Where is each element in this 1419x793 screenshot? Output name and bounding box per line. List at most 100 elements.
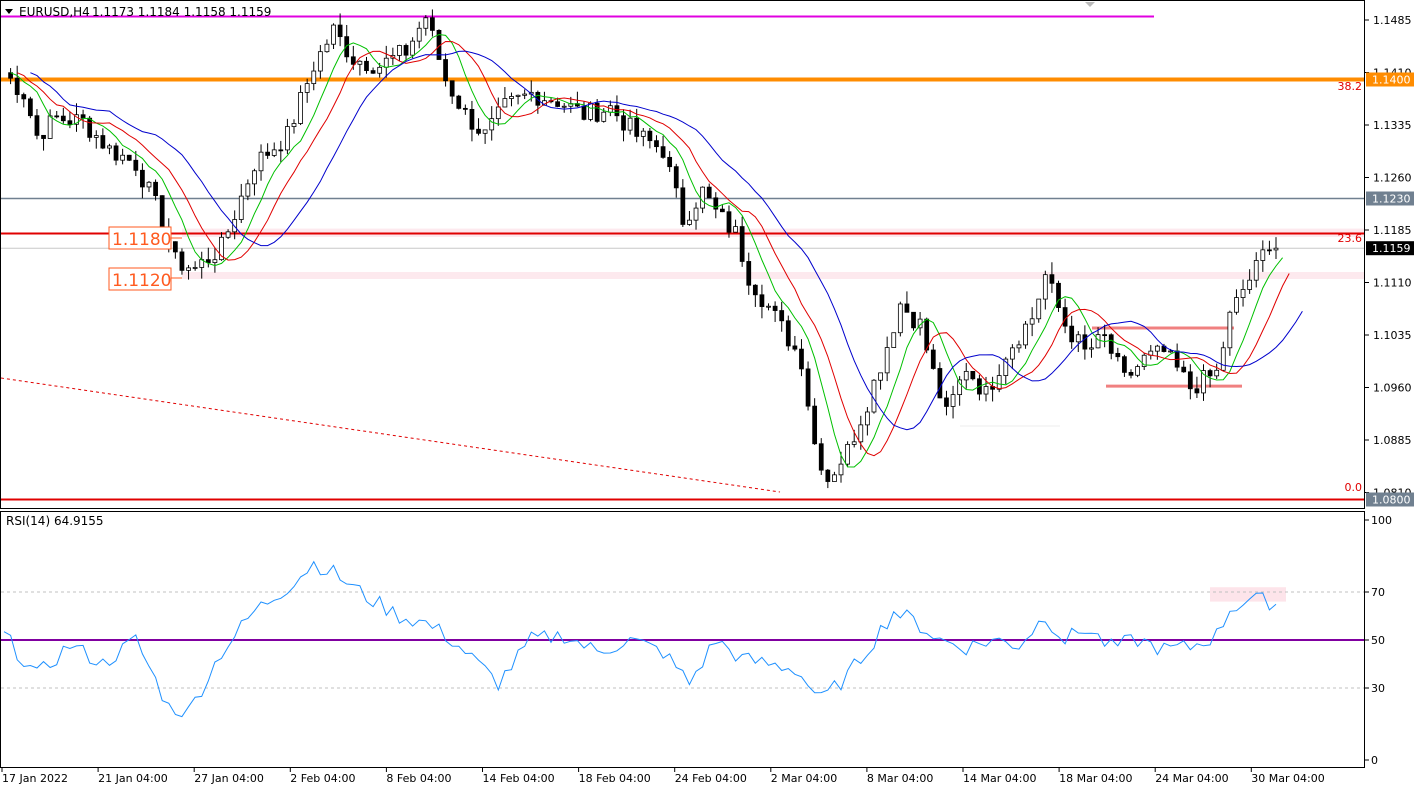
candle-body xyxy=(21,94,27,100)
candle-body xyxy=(878,372,883,381)
candle-body xyxy=(397,45,402,56)
candle-body xyxy=(522,93,528,96)
price-tag-label: 1.0800 xyxy=(1372,494,1411,507)
candle-body xyxy=(1207,370,1213,377)
candle-body xyxy=(1128,371,1134,376)
level-box-1180-text: 1.1180 xyxy=(112,230,171,250)
candle-body xyxy=(1016,344,1022,349)
candle-body xyxy=(726,211,732,233)
candle-body xyxy=(825,469,831,482)
candle-body xyxy=(693,207,699,221)
candle-body xyxy=(1115,352,1121,358)
candle-body xyxy=(1220,347,1226,371)
candle-body xyxy=(739,226,745,262)
candle-body xyxy=(377,66,383,74)
level-box-1120-text: 1.1120 xyxy=(112,271,171,291)
candle-body xyxy=(1135,366,1140,376)
candle-body xyxy=(950,394,956,407)
candle-body xyxy=(996,375,1002,390)
rsi-tick-label: 70 xyxy=(1371,586,1385,599)
candle-body xyxy=(1240,289,1246,298)
candle-body xyxy=(706,186,712,199)
candle-body xyxy=(1023,323,1028,346)
chart-canvas: 1.14851.14101.13351.12601.11851.11101.10… xyxy=(0,0,1419,789)
time-tick-label: 24 Mar 04:00 xyxy=(1155,772,1228,785)
candle-body xyxy=(759,294,765,307)
fib-label-236: 23.6 xyxy=(1338,232,1363,245)
price-tick-label: 1.1185 xyxy=(1373,224,1412,237)
candle-body xyxy=(1102,334,1108,337)
candle-body xyxy=(720,208,725,213)
candle-body xyxy=(186,267,191,271)
candle-body xyxy=(80,114,86,119)
candle-body xyxy=(1168,350,1173,353)
candle-body xyxy=(403,45,409,56)
candle-body xyxy=(660,146,666,158)
candle-body xyxy=(897,303,903,334)
candle-body xyxy=(304,83,310,93)
candle-body xyxy=(212,259,218,264)
candle-body xyxy=(891,332,897,348)
rsi-zone xyxy=(1210,587,1286,602)
candle-body xyxy=(785,320,791,347)
price-tick-label: 1.0960 xyxy=(1373,382,1412,395)
candle-body xyxy=(113,145,119,161)
candle-body xyxy=(818,443,824,471)
candle-body xyxy=(344,36,350,58)
candle-body xyxy=(845,443,850,465)
chart-root: 1.14851.14101.13351.12601.11851.11101.10… xyxy=(0,0,1419,789)
candle-body xyxy=(364,60,369,72)
price-tick-label: 1.1110 xyxy=(1373,277,1412,290)
candle-body xyxy=(495,106,501,120)
candle-body xyxy=(1029,318,1035,325)
candle-body xyxy=(159,195,165,228)
candle-body xyxy=(423,17,429,29)
candle-body xyxy=(34,115,40,136)
candle-body xyxy=(357,60,363,65)
price-tick-label: 1.1035 xyxy=(1373,329,1412,342)
candle-body xyxy=(298,92,303,124)
candle-body xyxy=(640,130,646,137)
symbol-label: EURUSD,H4 xyxy=(19,5,90,19)
rsi-tick-label: 30 xyxy=(1371,682,1385,695)
candle-body xyxy=(350,56,356,65)
candle-body xyxy=(1075,334,1081,343)
candle-body xyxy=(904,303,910,313)
candle-body xyxy=(687,219,692,225)
candle-body xyxy=(1042,274,1048,300)
ohlc-readout: 1.1173 1.1184 1.1158 1.1159 xyxy=(92,5,271,19)
rsi-tick-label: 50 xyxy=(1371,634,1385,647)
candle-body xyxy=(331,24,336,45)
candle-body xyxy=(192,267,198,269)
candle-body xyxy=(291,123,297,127)
candle-body xyxy=(752,284,758,296)
candle-body xyxy=(317,51,323,72)
candle-body xyxy=(1082,334,1088,350)
price-tag-label: 1.1400 xyxy=(1372,74,1411,87)
candle-body xyxy=(1260,249,1266,261)
candle-body xyxy=(812,405,818,445)
candle-body xyxy=(627,117,633,131)
candle-body xyxy=(667,156,673,168)
candle-body xyxy=(27,98,33,117)
candle-body xyxy=(1108,334,1114,354)
time-tick-label: 8 Feb 04:00 xyxy=(386,772,451,785)
candle-body xyxy=(963,370,969,381)
candle-body xyxy=(469,108,475,130)
candle-body xyxy=(271,149,277,156)
candle-body xyxy=(238,195,244,220)
time-tick-label: 14 Mar 04:00 xyxy=(963,772,1036,785)
candle-body xyxy=(416,27,422,42)
candle-body xyxy=(1253,260,1259,281)
candle-body xyxy=(146,181,152,188)
time-tick-label: 2 Feb 04:00 xyxy=(290,772,355,785)
candle-body xyxy=(1187,371,1193,390)
time-tick-label: 24 Feb 04:00 xyxy=(675,772,747,785)
background xyxy=(0,0,1419,789)
candle-body xyxy=(100,135,106,149)
price-tag-label: 1.1230 xyxy=(1372,193,1411,206)
candle-body xyxy=(265,151,271,156)
candle-body xyxy=(746,261,752,286)
candle-body xyxy=(1049,274,1055,284)
price-tag-label: 1.1159 xyxy=(1372,242,1411,255)
